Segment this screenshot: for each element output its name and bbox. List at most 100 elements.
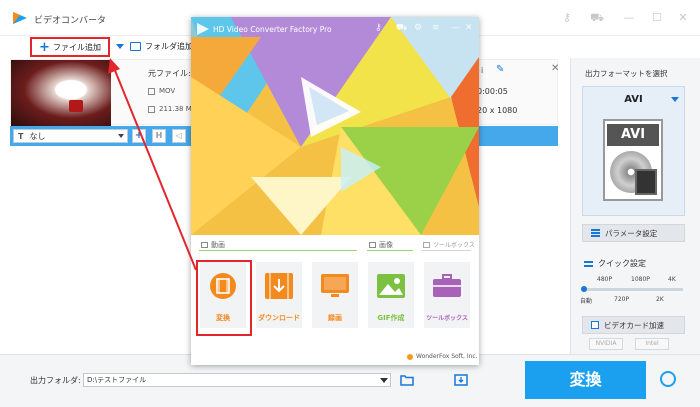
image-icon [377, 274, 405, 298]
slider-handle[interactable] [581, 286, 587, 292]
quick-quality-slider[interactable] [583, 288, 683, 291]
hard-subtitle-button[interactable]: H [152, 129, 166, 143]
launcher-footer: WonderFox Soft, Inc. [407, 353, 478, 360]
add-file-dropdown-icon[interactable] [116, 44, 124, 49]
screen-record-icon [321, 274, 349, 297]
video-section-header: 動画 [201, 240, 225, 250]
sliders-icon [591, 229, 600, 237]
info-icon[interactable]: i [481, 66, 483, 75]
subtitle-value: なし [29, 131, 46, 141]
image-section-header: 画像 [369, 240, 393, 250]
tile-record[interactable]: 録画 [312, 262, 358, 328]
image-section-divider [367, 250, 413, 251]
launcher-footer-text: WonderFox Soft, Inc. [416, 353, 478, 360]
chevron-down-icon [118, 134, 124, 138]
toolbox-section-divider [421, 250, 471, 251]
text-icon: T [18, 131, 24, 141]
chevron-down-icon [671, 97, 679, 102]
add-folder-label: フォルダ追加 [145, 42, 193, 51]
output-format-name: AVI [624, 94, 643, 105]
parameter-settings-button[interactable]: パラメータ設定 [582, 224, 685, 242]
video-section-divider [199, 250, 357, 251]
quick-settings-icon [584, 260, 593, 267]
toolbox-icon [433, 274, 461, 297]
open-folder-icon[interactable] [400, 374, 414, 386]
convert-button[interactable]: 変換 [525, 361, 646, 399]
convert-tile-highlight [196, 260, 252, 336]
film-strip-icon [635, 169, 657, 195]
quick-tick-label: 2K [656, 296, 664, 303]
menu-icon[interactable]: ≡ [432, 23, 440, 33]
maximize-icon[interactable]: ☐ [650, 11, 664, 25]
app-title: ビデオコンバータ [34, 16, 107, 26]
gpu-acceleration-toggle[interactable]: ビデオカード加速 [582, 316, 685, 334]
video-section-icon [201, 242, 208, 248]
toolbox-section-header: ツールボックス [423, 240, 475, 249]
format-info: MOV [148, 87, 175, 95]
plus-icon: + [39, 39, 50, 55]
hero-banner [191, 17, 479, 235]
app-logo-icon [13, 12, 27, 24]
video-section-label: 動画 [211, 241, 225, 249]
add-folder-button[interactable]: フォルダ追加 [130, 41, 193, 52]
nvidia-badge: NVIDIA [589, 338, 623, 350]
image-section-label: 画像 [379, 241, 393, 249]
tile-toolbox[interactable]: ツールボックス [424, 262, 470, 328]
add-subtitle-button[interactable]: + [132, 129, 146, 143]
cart-icon[interactable]: ⛟ [396, 23, 407, 34]
gpu-acceleration-label: ビデオカード加速 [604, 320, 664, 330]
file-size-icon [148, 105, 155, 113]
minimize-icon[interactable]: — [622, 11, 636, 25]
avi-format-icon: AVI [603, 119, 663, 201]
parameter-settings-label: パラメータ設定 [605, 228, 658, 238]
key-icon[interactable]: ⚷ [560, 11, 574, 25]
import-icon[interactable] [454, 374, 468, 386]
toolbox-section-label: ツールボックス [433, 242, 475, 249]
quick-tick-label: 4K [668, 276, 676, 283]
minimize-icon[interactable]: — [451, 23, 460, 33]
tile-gif-label: GIF作成 [377, 314, 405, 322]
folder-icon [130, 42, 141, 51]
quick-tick-label: 1080P [631, 276, 650, 283]
gear-icon[interactable]: ⚙ [414, 23, 422, 33]
video-thumbnail[interactable] [11, 60, 111, 126]
checkbox-icon[interactable] [591, 321, 599, 329]
remove-file-icon[interactable]: ✕ [551, 63, 559, 74]
edit-icon[interactable]: ✎ [496, 64, 504, 75]
add-file-label: ファイル追加 [52, 42, 101, 52]
image-section-icon [369, 242, 376, 248]
tile-gif[interactable]: GIF作成 [368, 262, 414, 328]
close-icon[interactable]: ✕ [676, 11, 690, 25]
quick-tick-label: 自動 [580, 298, 593, 305]
output-format-selector[interactable]: AVI AVI [582, 86, 685, 216]
video-format-icon [148, 87, 155, 95]
key-icon[interactable]: ⚷ [375, 23, 382, 33]
add-file-button[interactable]: + ファイル追加 [30, 37, 110, 57]
quick-settings: クイック設定 [584, 258, 646, 269]
output-format-title: 出力フォーマットを選択 [585, 69, 668, 78]
output-folder-field[interactable]: D:\テストファイル [83, 373, 391, 387]
wonderfox-logo-icon [407, 353, 413, 360]
tile-download[interactable]: ダウンロード [256, 262, 302, 328]
close-icon[interactable]: ✕ [465, 23, 473, 33]
intel-badge: Intel [635, 338, 669, 350]
toolbox-section-icon [423, 241, 430, 248]
audio-icon[interactable]: ◁ [172, 129, 186, 143]
tile-toolbox-label: ツールボックス [426, 315, 468, 322]
cart-icon[interactable]: ⛟ [590, 11, 604, 25]
quick-tick-label: 720P [614, 296, 630, 303]
size-info: 211.38 MB [148, 105, 197, 113]
quick-settings-label: クイック設定 [598, 259, 646, 268]
download-icon [265, 273, 293, 299]
output-settings-panel: 出力フォーマットを選択 AVI AVI パラメータ設定 クイック設定 480P … [570, 58, 700, 354]
alarm-clock-icon[interactable] [660, 371, 676, 387]
launcher-title: HD Video Converter Factory Pro [213, 25, 332, 34]
output-resolution: 20 x 1080 [477, 106, 518, 115]
main-window: ビデオコンバータ ⚷ ⛟ — ☐ ✕ + ファイル追加 フォルダ追加 元ファイル… [0, 0, 700, 407]
tile-record-label: 録画 [328, 314, 342, 322]
tile-download-label: ダウンロード [258, 314, 300, 322]
format-image-label: AVI [607, 124, 659, 146]
output-folder-label: 出力フォルダ: [30, 376, 81, 385]
chevron-down-icon[interactable] [380, 378, 388, 383]
subtitle-select[interactable]: T なし [13, 129, 128, 143]
